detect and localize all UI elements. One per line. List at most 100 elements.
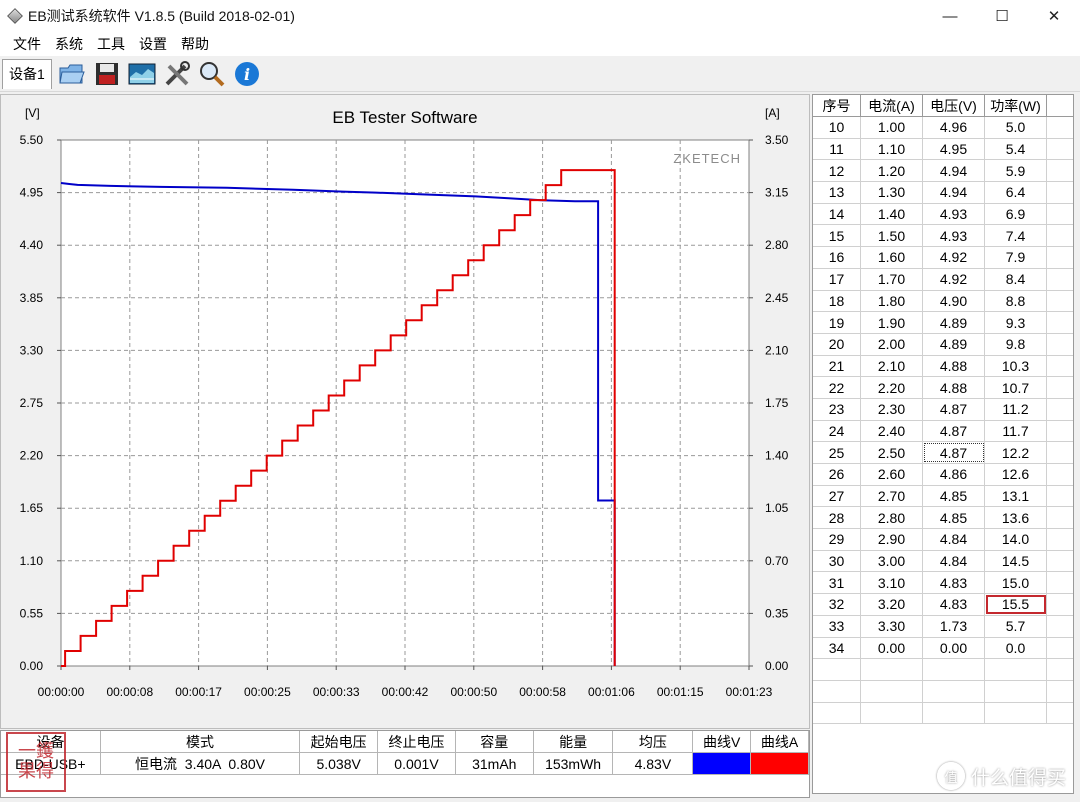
table-row[interactable]: 20 2.00 4.89 9.8 xyxy=(813,333,1073,356)
row-current-cell[interactable]: 2.40 xyxy=(861,420,923,442)
row-index-cell[interactable]: 33 xyxy=(813,615,861,637)
row-power-cell[interactable]: 14.5 xyxy=(985,550,1047,572)
menu-tools[interactable]: 工具 xyxy=(90,34,132,54)
summary-value-row[interactable]: EBD-USB+ 恒电流 3.40A 0.80V 5.038V 0.001V 3… xyxy=(1,753,809,775)
row-voltage-cell[interactable]: 4.90 xyxy=(923,290,985,312)
row-index-cell[interactable]: 30 xyxy=(813,550,861,572)
row-voltage-cell[interactable]: 4.94 xyxy=(923,182,985,203)
col-index-header[interactable]: 序号 xyxy=(813,95,861,116)
row-power-cell[interactable]: 10.7 xyxy=(985,377,1047,398)
table-row[interactable]: 29 2.90 4.84 14.0 xyxy=(813,529,1073,551)
row-power-cell[interactable]: 5.0 xyxy=(985,117,1047,138)
maximize-button[interactable]: ☐ xyxy=(976,0,1028,32)
row-index-cell[interactable]: 10 xyxy=(813,117,861,138)
row-power-cell[interactable]: 7.9 xyxy=(985,247,1047,268)
table-row[interactable]: 30 3.00 4.84 14.5 xyxy=(813,550,1073,573)
row-index-cell[interactable]: 16 xyxy=(813,247,861,268)
curve-v-color-swatch[interactable] xyxy=(693,753,752,774)
row-voltage-cell[interactable]: 4.83 xyxy=(923,572,985,594)
row-power-cell[interactable]: 13.6 xyxy=(985,507,1047,529)
row-voltage-cell[interactable]: 4.92 xyxy=(923,247,985,268)
row-power-cell[interactable]: 11.7 xyxy=(985,420,1047,442)
row-power-cell[interactable]: 6.4 xyxy=(985,182,1047,203)
row-index-cell[interactable]: 13 xyxy=(813,182,861,203)
table-row[interactable]: 34 0.00 0.00 0.0 xyxy=(813,637,1073,660)
menu-settings[interactable]: 设置 xyxy=(132,34,174,54)
menu-file[interactable]: 文件 xyxy=(6,34,48,54)
close-button[interactable]: ✕ xyxy=(1028,0,1080,32)
row-current-cell[interactable]: 1.30 xyxy=(861,182,923,203)
row-index-cell[interactable]: 11 xyxy=(813,138,861,160)
row-current-cell[interactable]: 3.20 xyxy=(861,594,923,615)
row-current-cell[interactable]: 2.80 xyxy=(861,507,923,529)
menu-system[interactable]: 系统 xyxy=(48,34,90,54)
menu-help[interactable]: 帮助 xyxy=(174,34,216,54)
row-current-cell[interactable]: 2.70 xyxy=(861,485,923,507)
magnifier-icon[interactable] xyxy=(197,59,227,89)
col-voltage-header[interactable]: 电压(V) xyxy=(923,95,985,116)
row-current-cell[interactable]: 1.90 xyxy=(861,312,923,333)
row-power-cell[interactable]: 5.7 xyxy=(985,615,1047,637)
row-voltage-cell[interactable]: 4.93 xyxy=(923,225,985,247)
row-power-cell[interactable]: 6.9 xyxy=(985,203,1047,225)
table-row[interactable]: 25 2.50 4.87 12.2 xyxy=(813,442,1073,464)
row-index-cell[interactable]: 20 xyxy=(813,333,861,355)
table-row[interactable]: 19 1.90 4.89 9.3 xyxy=(813,312,1073,334)
table-row[interactable]: 12 1.20 4.94 5.9 xyxy=(813,160,1073,183)
row-voltage-cell[interactable]: 4.96 xyxy=(923,117,985,138)
row-current-cell[interactable]: 2.50 xyxy=(861,442,923,463)
row-current-cell[interactable]: 0.00 xyxy=(861,637,923,659)
row-index-cell[interactable]: 29 xyxy=(813,529,861,550)
info-icon[interactable]: i xyxy=(232,59,262,89)
row-index-cell[interactable]: 21 xyxy=(813,355,861,377)
row-voltage-cell[interactable]: 0.00 xyxy=(923,637,985,659)
row-voltage-cell[interactable]: 4.89 xyxy=(923,333,985,355)
row-voltage-cell[interactable]: 1.73 xyxy=(923,615,985,637)
table-row[interactable]: 18 1.80 4.90 8.8 xyxy=(813,290,1073,313)
table-row[interactable]: 16 1.60 4.92 7.9 xyxy=(813,247,1073,269)
row-current-cell[interactable]: 1.50 xyxy=(861,225,923,247)
row-voltage-cell[interactable]: 4.88 xyxy=(923,355,985,377)
row-power-cell[interactable]: 8.4 xyxy=(985,268,1047,290)
table-row[interactable]: 28 2.80 4.85 13.6 xyxy=(813,507,1073,530)
open-folder-icon[interactable] xyxy=(57,59,87,89)
row-power-cell[interactable]: 5.4 xyxy=(985,138,1047,160)
row-index-cell[interactable]: 15 xyxy=(813,225,861,247)
row-current-cell[interactable]: 3.30 xyxy=(861,615,923,637)
table-row[interactable]: 32 3.20 4.83 15.5 xyxy=(813,594,1073,616)
row-index-cell[interactable]: 14 xyxy=(813,203,861,225)
tools-icon[interactable] xyxy=(162,59,192,89)
table-row[interactable]: 31 3.10 4.83 15.0 xyxy=(813,572,1073,595)
row-current-cell[interactable]: 1.10 xyxy=(861,138,923,160)
row-voltage-cell[interactable]: 4.95 xyxy=(923,138,985,160)
chart-view-icon[interactable] xyxy=(127,59,157,89)
row-power-cell[interactable]: 10.3 xyxy=(985,355,1047,377)
row-index-cell[interactable]: 31 xyxy=(813,572,861,594)
row-voltage-cell[interactable]: 4.87 xyxy=(923,442,985,463)
row-power-cell[interactable]: 14.0 xyxy=(985,529,1047,550)
row-power-cell[interactable]: 7.4 xyxy=(985,225,1047,247)
row-index-cell[interactable]: 12 xyxy=(813,160,861,182)
row-current-cell[interactable]: 1.40 xyxy=(861,203,923,225)
table-row[interactable]: 27 2.70 4.85 13.1 xyxy=(813,485,1073,508)
table-row[interactable]: 17 1.70 4.92 8.4 xyxy=(813,268,1073,291)
row-power-cell[interactable]: 15.5 xyxy=(985,594,1047,615)
row-index-cell[interactable]: 34 xyxy=(813,637,861,659)
curve-a-color-swatch[interactable] xyxy=(751,753,809,774)
table-row[interactable]: 26 2.60 4.86 12.6 xyxy=(813,464,1073,486)
col-power-header[interactable]: 功率(W) xyxy=(985,95,1047,116)
row-power-cell[interactable]: 12.6 xyxy=(985,464,1047,485)
row-current-cell[interactable]: 3.10 xyxy=(861,572,923,594)
row-current-cell[interactable]: 2.00 xyxy=(861,333,923,355)
row-index-cell[interactable]: 24 xyxy=(813,420,861,442)
row-power-cell[interactable]: 12.2 xyxy=(985,442,1047,463)
row-index-cell[interactable]: 32 xyxy=(813,594,861,615)
table-row[interactable]: 21 2.10 4.88 10.3 xyxy=(813,355,1073,378)
row-current-cell[interactable]: 1.00 xyxy=(861,117,923,138)
row-index-cell[interactable]: 22 xyxy=(813,377,861,398)
row-power-cell[interactable]: 13.1 xyxy=(985,485,1047,507)
row-power-cell[interactable]: 8.8 xyxy=(985,290,1047,312)
row-voltage-cell[interactable]: 4.85 xyxy=(923,485,985,507)
row-voltage-cell[interactable]: 4.84 xyxy=(923,550,985,572)
table-row[interactable]: 24 2.40 4.87 11.7 xyxy=(813,420,1073,443)
